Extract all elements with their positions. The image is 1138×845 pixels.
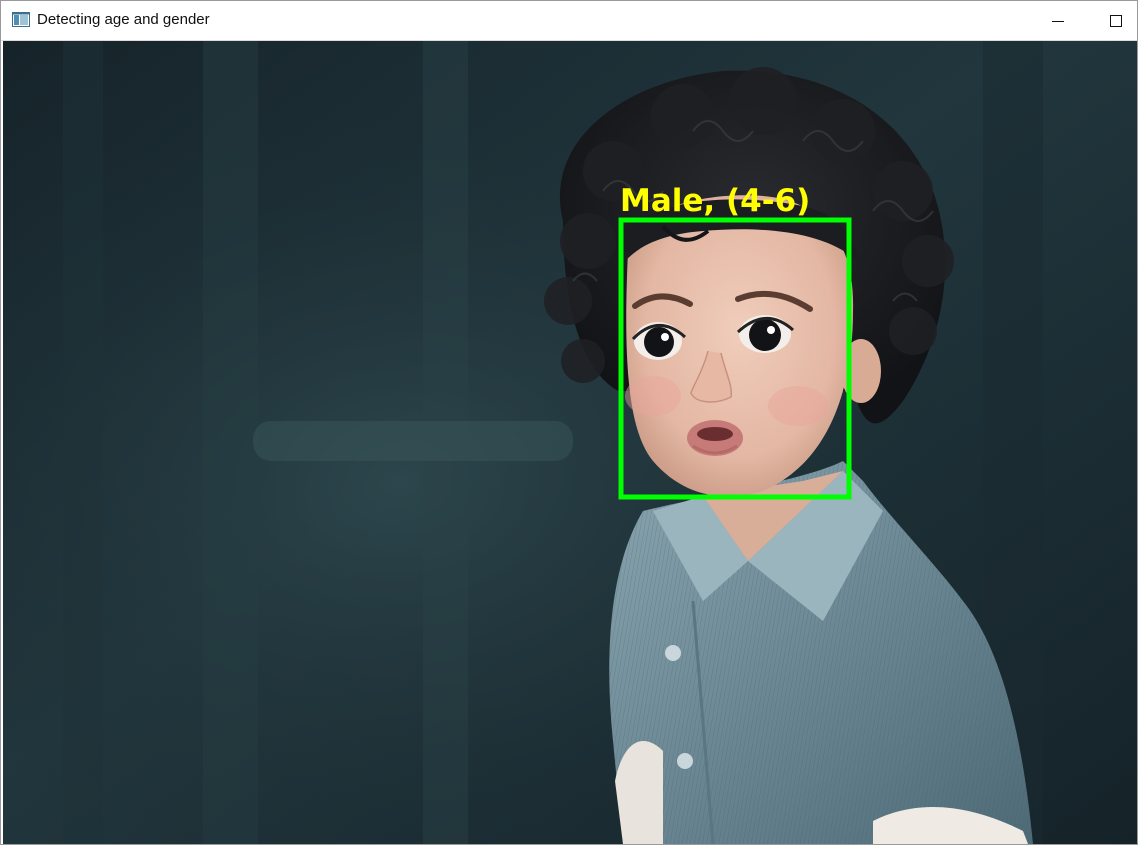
maximize-icon (1110, 14, 1122, 27)
maximize-button[interactable] (1093, 1, 1138, 40)
image-display: Male, (4-6) (3, 41, 1137, 844)
minimize-button[interactable] (1035, 1, 1081, 40)
app-window: Detecting age and gender Male, (4-6) (0, 0, 1138, 845)
photo: Male, (4-6) (3, 41, 1137, 844)
window-title: Detecting age and gender (37, 11, 210, 28)
detection-label: Male, (4-6) (620, 183, 810, 219)
minimize-icon (1052, 20, 1064, 22)
title-bar[interactable]: Detecting age and gender (1, 1, 1137, 41)
app-window-icon (12, 12, 30, 27)
